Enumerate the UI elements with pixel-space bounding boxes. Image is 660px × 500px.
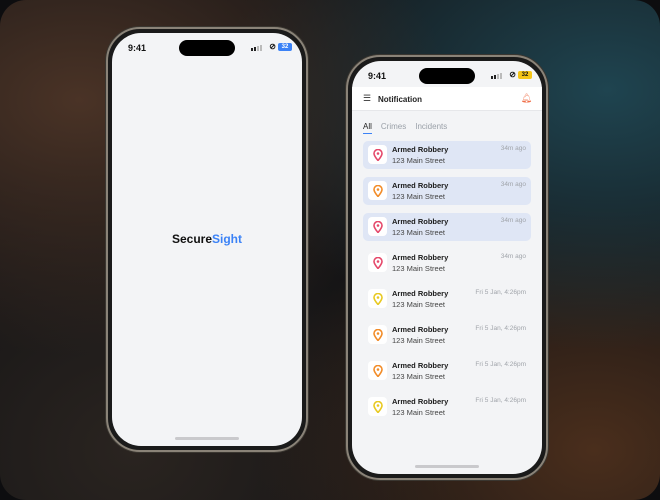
tab-crimes[interactable]: Crimes xyxy=(381,122,406,134)
dynamic-island xyxy=(419,68,475,84)
bell-icon[interactable]: 🔔︎ xyxy=(521,93,532,104)
notification-title: Armed Robbery xyxy=(392,217,449,226)
notification-title: Armed Robbery xyxy=(392,181,449,190)
brand-second: Sight xyxy=(212,232,243,246)
notification-address: 123 Main Street xyxy=(392,372,445,381)
location-pin-icon xyxy=(368,253,387,272)
notification-title: Armed Robbery xyxy=(392,397,449,406)
location-pin-icon xyxy=(368,145,387,164)
notification-item[interactable]: Armed Robbery 123 Main Street Fri 5 Jan,… xyxy=(363,285,531,313)
notification-time: Fri 5 Jan, 4:26pm xyxy=(475,325,526,332)
status-time: 9:41 xyxy=(368,71,387,81)
notification-item[interactable]: Armed Robbery 123 Main Street 34m ago xyxy=(363,141,531,169)
notification-time: 34m ago xyxy=(500,181,526,188)
notification-address: 123 Main Street xyxy=(392,264,445,273)
home-indicator[interactable] xyxy=(415,465,479,468)
phone-splash: 9:41 ⊘ 32 SecureSight xyxy=(106,27,308,452)
app-header: ☰ Notification 🔔︎ xyxy=(352,87,542,111)
notification-item[interactable]: Armed Robbery 123 Main Street 34m ago xyxy=(363,249,531,277)
notification-item[interactable]: Armed Robbery 123 Main Street Fri 5 Jan,… xyxy=(363,393,531,421)
notification-address: 123 Main Street xyxy=(392,336,445,345)
notification-item[interactable]: Armed Robbery 123 Main Street Fri 5 Jan,… xyxy=(363,357,531,385)
notification-time: Fri 5 Jan, 4:26pm xyxy=(475,397,526,404)
notification-time: 34m ago xyxy=(500,145,526,152)
location-pin-icon xyxy=(368,181,387,200)
home-indicator[interactable] xyxy=(175,437,239,440)
notification-time: Fri 5 Jan, 4:26pm xyxy=(475,289,526,296)
notification-title: Armed Robbery xyxy=(392,145,449,154)
notification-address: 123 Main Street xyxy=(392,156,445,165)
notification-item[interactable]: Armed Robbery 123 Main Street Fri 5 Jan,… xyxy=(363,321,531,349)
notification-title: Armed Robbery xyxy=(392,289,449,298)
location-pin-icon xyxy=(368,361,387,380)
signal-icon xyxy=(491,73,502,79)
notification-address: 123 Main Street xyxy=(392,192,445,201)
link-icon: ⊘ xyxy=(269,42,276,51)
status-bar: 9:41 ⊘ 32 xyxy=(112,33,302,59)
notification-address: 123 Main Street xyxy=(392,228,445,237)
notification-address: 123 Main Street xyxy=(392,300,445,309)
location-pin-icon xyxy=(368,289,387,308)
menu-icon[interactable]: ☰ xyxy=(363,93,371,104)
notification-title: Armed Robbery xyxy=(392,325,449,334)
status-bar: 9:41 ⊘ 32 xyxy=(352,61,542,87)
background xyxy=(0,0,660,500)
notifications-screen: 9:41 ⊘ 32 ☰ Notification 🔔︎ All Crimes I… xyxy=(352,61,542,474)
notification-time: 34m ago xyxy=(500,253,526,260)
notification-list: Armed Robbery 123 Main Street 34m ago Ar… xyxy=(363,141,531,429)
tab-all[interactable]: All xyxy=(363,122,372,134)
filter-tabs: All Crimes Incidents xyxy=(363,122,447,134)
brand-first: Secure xyxy=(171,232,213,246)
dynamic-island xyxy=(179,40,235,56)
location-pin-icon xyxy=(368,397,387,416)
location-pin-icon xyxy=(368,217,387,236)
status-time: 9:41 xyxy=(128,43,147,53)
tab-incidents[interactable]: Incidents xyxy=(415,122,447,134)
battery-icon: 32 xyxy=(278,43,292,51)
signal-icon xyxy=(251,45,262,51)
splash-screen: 9:41 ⊘ 32 SecureSight xyxy=(112,33,302,446)
notification-item[interactable]: Armed Robbery 123 Main Street 34m ago xyxy=(363,213,531,241)
page-title: Notification xyxy=(378,95,422,104)
notification-time: 34m ago xyxy=(500,217,526,224)
notification-time: Fri 5 Jan, 4:26pm xyxy=(475,361,526,368)
notification-item[interactable]: Armed Robbery 123 Main Street 34m ago xyxy=(363,177,531,205)
location-pin-icon xyxy=(368,325,387,344)
link-icon: ⊘ xyxy=(509,70,516,79)
notification-title: Armed Robbery xyxy=(392,253,449,262)
phone-notifications: 9:41 ⊘ 32 ☰ Notification 🔔︎ All Crimes I… xyxy=(346,55,548,480)
battery-icon: 32 xyxy=(518,71,532,79)
notification-title: Armed Robbery xyxy=(392,361,449,370)
brand-logo: SecureSight xyxy=(112,232,302,246)
notification-address: 123 Main Street xyxy=(392,408,445,417)
